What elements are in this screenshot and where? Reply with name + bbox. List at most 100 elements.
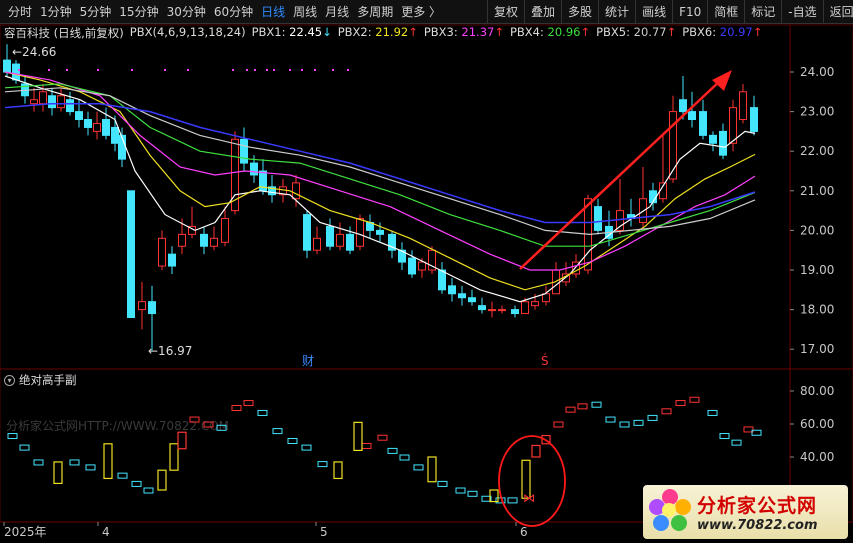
indicator-step-red: [231, 405, 242, 411]
candle-down[interactable]: [468, 297, 476, 303]
indicator-bar: [157, 469, 167, 491]
indicator-step-blue: [507, 497, 518, 504]
indicator-step-blue: [719, 433, 730, 440]
candle-down[interactable]: [303, 214, 311, 251]
indicator-step-blue: [633, 419, 644, 426]
candle-up[interactable]: [498, 309, 506, 312]
finance-marker: 财: [302, 354, 314, 368]
time-label-3: 6: [520, 525, 528, 539]
indicator-step-blue: [85, 464, 96, 471]
indicator-step-blue: [272, 428, 283, 435]
candle-down[interactable]: [511, 309, 519, 315]
signal-dot: [97, 69, 99, 71]
sub-tick-0: 80.00: [800, 384, 834, 398]
candle-down[interactable]: [250, 162, 258, 176]
indicator-step-blue: [455, 487, 466, 494]
indicator-step-blue: [647, 414, 658, 421]
candle-down[interactable]: [75, 111, 83, 121]
candle-down[interactable]: [679, 99, 687, 113]
candle-up[interactable]: [221, 218, 229, 243]
candle-down[interactable]: [148, 301, 156, 315]
candle-down[interactable]: [3, 59, 11, 73]
indicator-step-red: [675, 400, 686, 407]
candle-up[interactable]: [30, 99, 38, 105]
candle-down[interactable]: [48, 95, 56, 109]
candle-down[interactable]: [200, 233, 208, 247]
candle-down[interactable]: [168, 253, 176, 267]
candle-down[interactable]: [594, 206, 602, 231]
candle-up[interactable]: [178, 233, 186, 247]
candle-up[interactable]: [616, 210, 624, 231]
candle-down[interactable]: [458, 293, 466, 299]
candle-down[interactable]: [102, 119, 110, 136]
indicator-bar: [333, 461, 343, 480]
signal-dot: [18, 69, 20, 71]
candle-up[interactable]: [93, 122, 101, 132]
candle-up[interactable]: [57, 95, 65, 109]
flower-logo-icon: [647, 489, 693, 535]
candle-up[interactable]: [292, 182, 300, 200]
candle-down[interactable]: [719, 130, 727, 156]
candle-down[interactable]: [84, 119, 92, 128]
candle-up[interactable]: [336, 233, 344, 247]
indicator-step-blue: [317, 461, 328, 468]
indicator-step-red: [661, 408, 672, 415]
candle-up[interactable]: [313, 237, 321, 251]
time-label-2: 5: [320, 525, 328, 539]
candle-down[interactable]: [240, 138, 248, 164]
candle-down[interactable]: [111, 126, 119, 144]
indicator-step-red: [243, 400, 254, 407]
signal-dot: [164, 69, 166, 71]
signal-dot: [273, 69, 275, 71]
candle-down[interactable]: [709, 134, 717, 144]
candle-up[interactable]: [158, 237, 166, 267]
candle-down[interactable]: [448, 285, 456, 295]
candle-down[interactable]: [688, 111, 696, 121]
trend-arrow-head-icon: [712, 70, 732, 91]
indicator-step-red: [361, 442, 372, 449]
candle-down[interactable]: [127, 190, 135, 319]
candle-down[interactable]: [699, 111, 707, 136]
candle-up[interactable]: [542, 293, 550, 303]
candle-up[interactable]: [418, 261, 426, 271]
indicator-step-red: [689, 396, 700, 403]
trend-arrow-line: [519, 78, 723, 270]
candle-up[interactable]: [356, 218, 364, 247]
candle-up[interactable]: [729, 107, 737, 144]
candle-down[interactable]: [12, 63, 20, 81]
candle-down[interactable]: [750, 107, 758, 132]
chart-canvas[interactable]: 24.00 23.00 22.00 21.00 20.00 19.00 18.00 17.00…: [0, 0, 853, 543]
indicator-step-blue: [399, 454, 410, 461]
indicator-step-blue: [69, 459, 80, 466]
candle-down[interactable]: [346, 233, 354, 251]
price-tick-4: 20.00: [800, 223, 834, 237]
indicator-watermark: 分析家公式网HTTP://WWW.70822.COM: [6, 418, 229, 433]
signal-dot: [187, 69, 189, 71]
candle-up[interactable]: [138, 301, 146, 311]
indicator-step-red: [553, 421, 564, 428]
candle-down[interactable]: [326, 225, 334, 247]
signal-dot: [232, 69, 234, 71]
candle-down[interactable]: [478, 305, 486, 311]
indicator-step-red: [565, 406, 576, 413]
s-marker: Ś: [541, 353, 549, 368]
candle-down[interactable]: [376, 229, 384, 235]
candle-up[interactable]: [531, 301, 539, 307]
candle-up[interactable]: [521, 301, 529, 315]
candle-up[interactable]: [210, 237, 218, 247]
candle-up[interactable]: [488, 309, 496, 312]
candle-down[interactable]: [408, 257, 416, 275]
candle-up[interactable]: [39, 91, 47, 105]
indicator-step-blue: [731, 439, 742, 446]
indicator-step-blue: [7, 433, 18, 440]
signal-dot: [66, 69, 68, 71]
candle-up[interactable]: [739, 91, 747, 121]
price-tick-7: 17.00: [800, 342, 834, 356]
signal-dot: [301, 69, 303, 71]
indicator-step-blue: [467, 490, 478, 497]
indicator-step-blue: [437, 480, 448, 487]
signal-dot: [254, 69, 256, 71]
candle-down[interactable]: [438, 269, 446, 291]
indicator-step-blue: [605, 416, 616, 423]
candle-down[interactable]: [66, 99, 74, 113]
